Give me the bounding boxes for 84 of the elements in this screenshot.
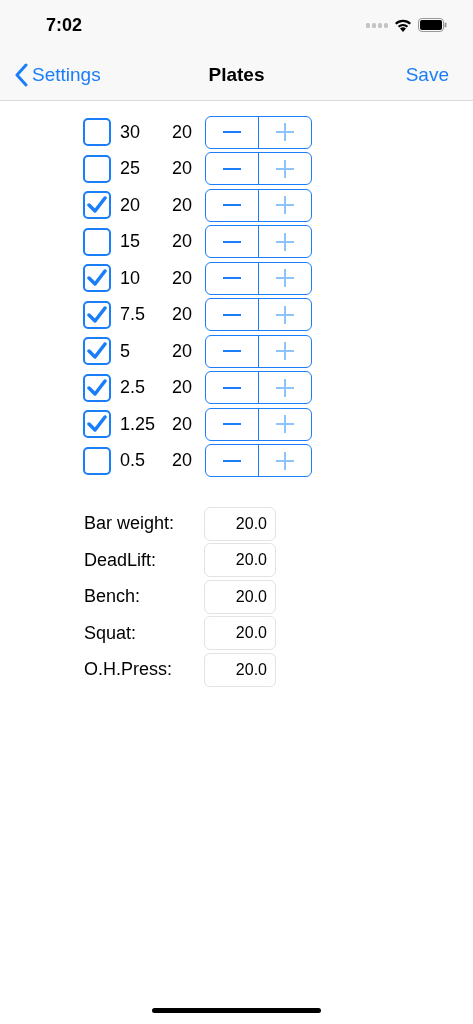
checkmark-icon [87,269,107,287]
checkbox[interactable] [83,373,111,402]
stepper[interactable] [205,115,312,149]
minus-icon [223,240,241,243]
plus-icon [276,378,294,397]
plate-count: 20 [172,266,194,290]
plate-weight: 15 [120,230,142,253]
minus-icon [223,204,241,206]
nav-title: Plates [208,62,265,87]
battery-icon [418,18,447,32]
plate-count: 20 [172,157,194,180]
plate-weight: 25 [120,157,142,180]
plate-count: 20 [172,193,194,217]
plate-count: 20 [172,376,194,399]
plus-icon [276,451,294,470]
plus-icon [276,159,294,178]
plate-weight: 20 [120,193,142,217]
signal-icon [366,22,388,28]
field-label: Bar weight: [84,512,176,535]
field-label: Squat: [84,621,138,645]
stepper[interactable] [205,334,312,368]
plus-icon [276,232,294,251]
input-field[interactable]: 20.0 [204,616,276,650]
minus-icon [223,277,241,279]
input-field[interactable]: 20.0 [204,579,276,614]
plate-count: 20 [172,412,194,436]
minus-icon [223,459,241,462]
input-field[interactable]: 20.0 [204,506,276,541]
back-chevron-icon [14,63,28,87]
plate-count: 20 [172,303,194,326]
minus-icon [223,386,241,389]
checkbox[interactable] [83,227,111,256]
minus-icon [223,131,241,133]
plus-icon [276,269,294,287]
plate-count: 20 [172,339,194,363]
input-field[interactable]: 20.0 [204,543,276,577]
plate-weight: 10 [120,266,142,290]
stepper[interactable] [205,225,312,258]
field-label: O.H.Press: [84,658,173,681]
plate-weight: 1.25 [120,412,157,436]
save-button[interactable]: Save [405,60,449,90]
checkbox[interactable] [83,446,111,475]
minus-icon [223,167,241,170]
checkbox[interactable] [83,264,111,292]
field-label: DeadLift: [84,548,158,572]
checkmark-icon [87,342,107,360]
stepper[interactable] [205,188,312,222]
checkbox[interactable] [83,191,111,219]
minus-icon [223,313,241,316]
minus-icon [223,350,241,352]
plate-weight: 0.5 [120,449,147,472]
stepper[interactable] [205,444,312,477]
stepper[interactable] [205,407,312,441]
checkmark-icon [87,415,107,433]
checkbox[interactable] [83,154,111,183]
plate-weight: 5 [120,339,131,363]
plate-weight: 2.5 [120,376,147,399]
checkmark-icon [87,378,107,397]
plate-weight: 30 [120,120,142,144]
checkbox[interactable] [83,118,111,146]
stepper[interactable] [205,298,312,331]
input-field[interactable]: 20.0 [204,652,276,687]
plus-icon [276,196,294,214]
checkbox[interactable] [83,337,111,365]
plus-icon [276,305,294,324]
minus-icon [223,423,241,425]
wifi-icon [394,18,412,32]
checkbox[interactable] [83,410,111,438]
checkmark-icon [87,305,107,324]
plate-count: 20 [172,120,194,144]
checkmark-icon [87,196,107,214]
status-time: 7:02 [46,13,83,37]
plate-count: 20 [172,449,194,472]
plus-icon [276,415,294,433]
plate-count: 20 [172,230,194,253]
plate-weight: 7.5 [120,303,147,326]
stepper[interactable] [205,261,312,295]
back-button[interactable]: Settings [14,60,101,90]
plus-icon [276,123,294,141]
stepper[interactable] [205,152,312,185]
field-label: Bench: [84,585,142,608]
checkbox[interactable] [83,300,111,329]
stepper[interactable] [205,371,312,404]
plus-icon [276,342,294,360]
